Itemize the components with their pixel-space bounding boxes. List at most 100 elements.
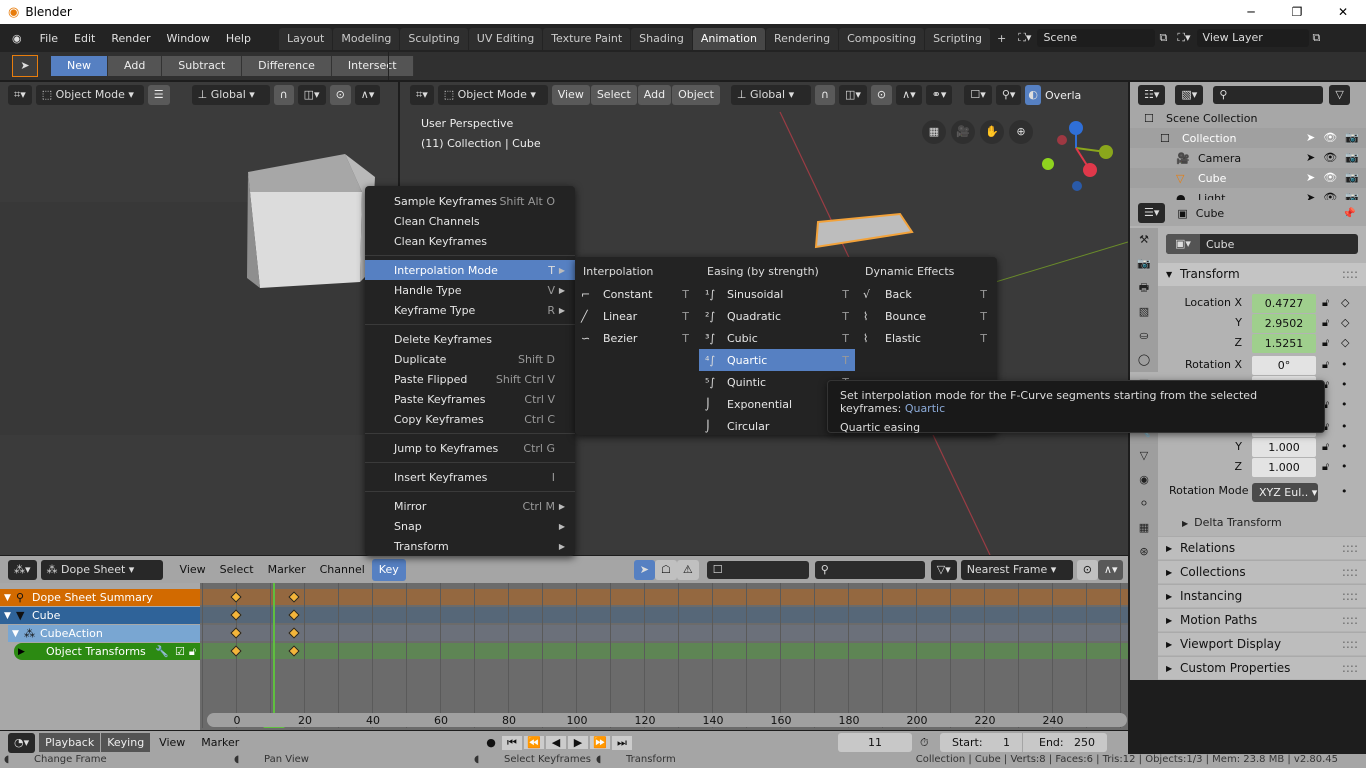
- jump-end-icon[interactable]: ⏭: [612, 735, 632, 750]
- selectable-icon[interactable]: ➤: [1306, 171, 1315, 184]
- snap-target-icon[interactable]: ◫▾: [838, 85, 867, 105]
- play-reverse-icon[interactable]: ◀: [546, 736, 566, 749]
- keyframe-dot-icon[interactable]: •: [1341, 398, 1348, 411]
- object-name-field[interactable]: Cube: [1200, 238, 1234, 251]
- drag-handle-icon[interactable]: ::::: [1342, 657, 1358, 680]
- keyframe-dot-icon[interactable]: •: [1341, 378, 1348, 391]
- keyframe-dot-icon[interactable]: •: [1341, 460, 1348, 473]
- menu-render[interactable]: Render: [103, 32, 158, 45]
- pan-hand-icon[interactable]: ✋: [980, 120, 1004, 144]
- collapse-arrow-icon[interactable]: ▼: [0, 611, 16, 621]
- viewport-menu-object[interactable]: Object: [672, 85, 720, 105]
- new-scene-icon[interactable]: ⧉: [1159, 31, 1167, 45]
- delta-transform-subpanel[interactable]: ▶ Delta Transform: [1182, 516, 1282, 529]
- panel-instancing[interactable]: ▶ Instancing::::: [1158, 584, 1366, 607]
- pivot-icon[interactable]: ⚭▾: [925, 85, 953, 105]
- new-view-layer-icon[interactable]: ⧉: [1313, 31, 1321, 45]
- lock-icon[interactable]: 🔓︎: [1322, 460, 1329, 474]
- selectable-icon[interactable]: ➤: [1306, 131, 1315, 144]
- lock-icon[interactable]: 🔓︎: [1322, 336, 1329, 350]
- outliner-editor-icon[interactable]: ☷▾: [1138, 85, 1166, 105]
- tab-layout[interactable]: Layout: [278, 28, 333, 50]
- rotation-mode-keyframe-dot-icon[interactable]: •: [1341, 485, 1348, 498]
- falloff-icon[interactable]: ∧▾: [1097, 559, 1124, 580]
- menu-item-jump-to-keyframes[interactable]: Jump to Keyframes Ctrl G: [365, 438, 575, 458]
- keyframe-diamond-icon[interactable]: ◇: [1341, 316, 1349, 329]
- orientation-dropdown[interactable]: ⊥ Global ▾: [730, 85, 811, 105]
- interpolation-sinusoidal[interactable]: ¹∫ Sinusoidal T: [699, 283, 855, 305]
- rotation-mode-dropdown[interactable]: XYZ Eul.. ▾: [1252, 483, 1318, 502]
- tab-shading[interactable]: Shading: [631, 28, 692, 50]
- menu-edit[interactable]: Edit: [66, 32, 103, 45]
- outliner-item-cube[interactable]: ▽ Cube ➤ 👁 📷: [1130, 168, 1366, 188]
- drag-handle-icon[interactable]: ::::: [1342, 585, 1358, 608]
- filter-icon[interactable]: ▽▾: [930, 559, 957, 580]
- interpolation-elastic[interactable]: ⌇ Elastic T: [857, 327, 993, 349]
- panel-custom-properties[interactable]: ▶ Custom Properties::::: [1158, 656, 1366, 679]
- dope-menu-key[interactable]: Key: [371, 558, 406, 581]
- editor-type-icon[interactable]: ⌗▾: [410, 85, 434, 105]
- editor-type-icon[interactable]: ⌗▾: [8, 85, 32, 105]
- display-mode-icon[interactable]: ▧▾: [1175, 85, 1204, 105]
- outliner-item-scene-collection[interactable]: ☐ Scene Collection: [1130, 108, 1366, 128]
- current-frame-field[interactable]: 11: [838, 733, 912, 752]
- menu-item-snap[interactable]: Snap ▶: [365, 516, 575, 536]
- menu-item-interpolation-mode[interactable]: Interpolation Mode T ▶: [365, 260, 575, 280]
- data-tab-icon[interactable]: ◉: [1130, 468, 1158, 492]
- expand-arrow-icon[interactable]: ▶: [14, 647, 30, 657]
- drag-handle-icon[interactable]: ::::: [1342, 561, 1358, 584]
- tab-compositing[interactable]: Compositing: [839, 28, 925, 50]
- channel-cubeaction[interactable]: ▼ ⁂ CubeAction: [8, 625, 200, 642]
- dope-sheet-mode-dropdown[interactable]: ⁂ Dope Sheet ▾: [40, 559, 163, 580]
- mode-intersect-button[interactable]: Intersect: [331, 56, 414, 76]
- viewport-menu-view[interactable]: View: [551, 85, 590, 105]
- scene-selector-icon[interactable]: ⛶▾: [1018, 31, 1031, 45]
- play-icon[interactable]: ▶: [568, 736, 588, 749]
- drag-handle-icon[interactable]: ::::: [1342, 537, 1358, 560]
- add-workspace-button[interactable]: +: [997, 32, 1006, 45]
- timeline-menu-keying[interactable]: Keying: [101, 733, 151, 752]
- minimize-icon[interactable]: ─: [1228, 5, 1274, 19]
- property-field-2[interactable]: 1.5251: [1252, 334, 1316, 353]
- timeline-editor-icon[interactable]: ◔▾: [8, 732, 36, 753]
- lock-icon[interactable]: 🔓︎: [1322, 440, 1329, 454]
- timeline-menu-view[interactable]: View: [151, 736, 193, 749]
- collapse-arrow-icon[interactable]: ▼: [0, 593, 16, 603]
- property-field-1[interactable]: 2.9502: [1252, 314, 1316, 333]
- interpolation-cubic[interactable]: ³∫ Cubic T: [699, 327, 855, 349]
- end-frame-field[interactable]: End: 250: [1023, 733, 1107, 752]
- camera-viewport[interactable]: ⌗▾ ⬚ Object Mode ▾ ☰ ⊥ Global ▾ ∩ ◫▾ ⊙ ∧…: [0, 82, 398, 555]
- property-field-7[interactable]: 1.000: [1252, 438, 1316, 457]
- property-field-8[interactable]: 1.000: [1252, 458, 1316, 477]
- jump-start-icon[interactable]: ⏮: [502, 735, 522, 750]
- keyframe-diamond-icon[interactable]: ◇: [1341, 336, 1349, 349]
- grid-view-icon[interactable]: ▦: [922, 120, 946, 144]
- menu-item-handle-type[interactable]: Handle Type V ▶: [365, 280, 575, 300]
- interpolation-quartic[interactable]: ⁴∫ Quartic T: [699, 349, 855, 371]
- overlays-icon[interactable]: ◐: [1025, 85, 1041, 105]
- next-keyframe-icon[interactable]: ⏩: [590, 736, 610, 749]
- menu-toggle-icon[interactable]: ☰: [147, 85, 170, 105]
- ghost-icon[interactable]: ☖: [654, 559, 677, 580]
- channel-object-transforms[interactable]: ▶ Object Transforms 🔧 ☑ 🔓︎: [14, 643, 200, 660]
- tab-sculpting[interactable]: Sculpting: [400, 28, 468, 50]
- channel-dope-sheet-summary[interactable]: ▼ ⚲ Dope Sheet Summary: [0, 589, 200, 606]
- modifier-wrench-icon[interactable]: 🔧: [155, 645, 169, 658]
- mode-new-button[interactable]: New: [51, 56, 108, 76]
- render-tab-icon[interactable]: 📷: [1130, 252, 1158, 276]
- dope-menu-select[interactable]: Select: [213, 563, 261, 576]
- menu-window[interactable]: Window: [159, 32, 218, 45]
- filter-icon[interactable]: ▽: [1329, 85, 1350, 105]
- errors-icon[interactable]: ⚠: [676, 559, 699, 580]
- mode-dropdown[interactable]: ⬚ Object Mode ▾: [437, 85, 548, 105]
- world-tab-icon[interactable]: ◯: [1130, 348, 1158, 372]
- playhead-line[interactable]: [273, 583, 276, 715]
- interpolation-bezier[interactable]: ∽ Bezier T: [575, 327, 695, 349]
- view-layer-icon[interactable]: ⛶▾: [1177, 31, 1190, 45]
- mode-difference-button[interactable]: Difference: [242, 56, 332, 76]
- interpolation-linear[interactable]: ╱ Linear T: [575, 305, 695, 327]
- stopwatch-icon[interactable]: ⏱: [920, 736, 929, 750]
- mute-checkbox-icon[interactable]: ☑: [175, 645, 185, 658]
- menu-file[interactable]: File: [32, 32, 66, 45]
- eye-icon[interactable]: 👁: [1323, 151, 1337, 164]
